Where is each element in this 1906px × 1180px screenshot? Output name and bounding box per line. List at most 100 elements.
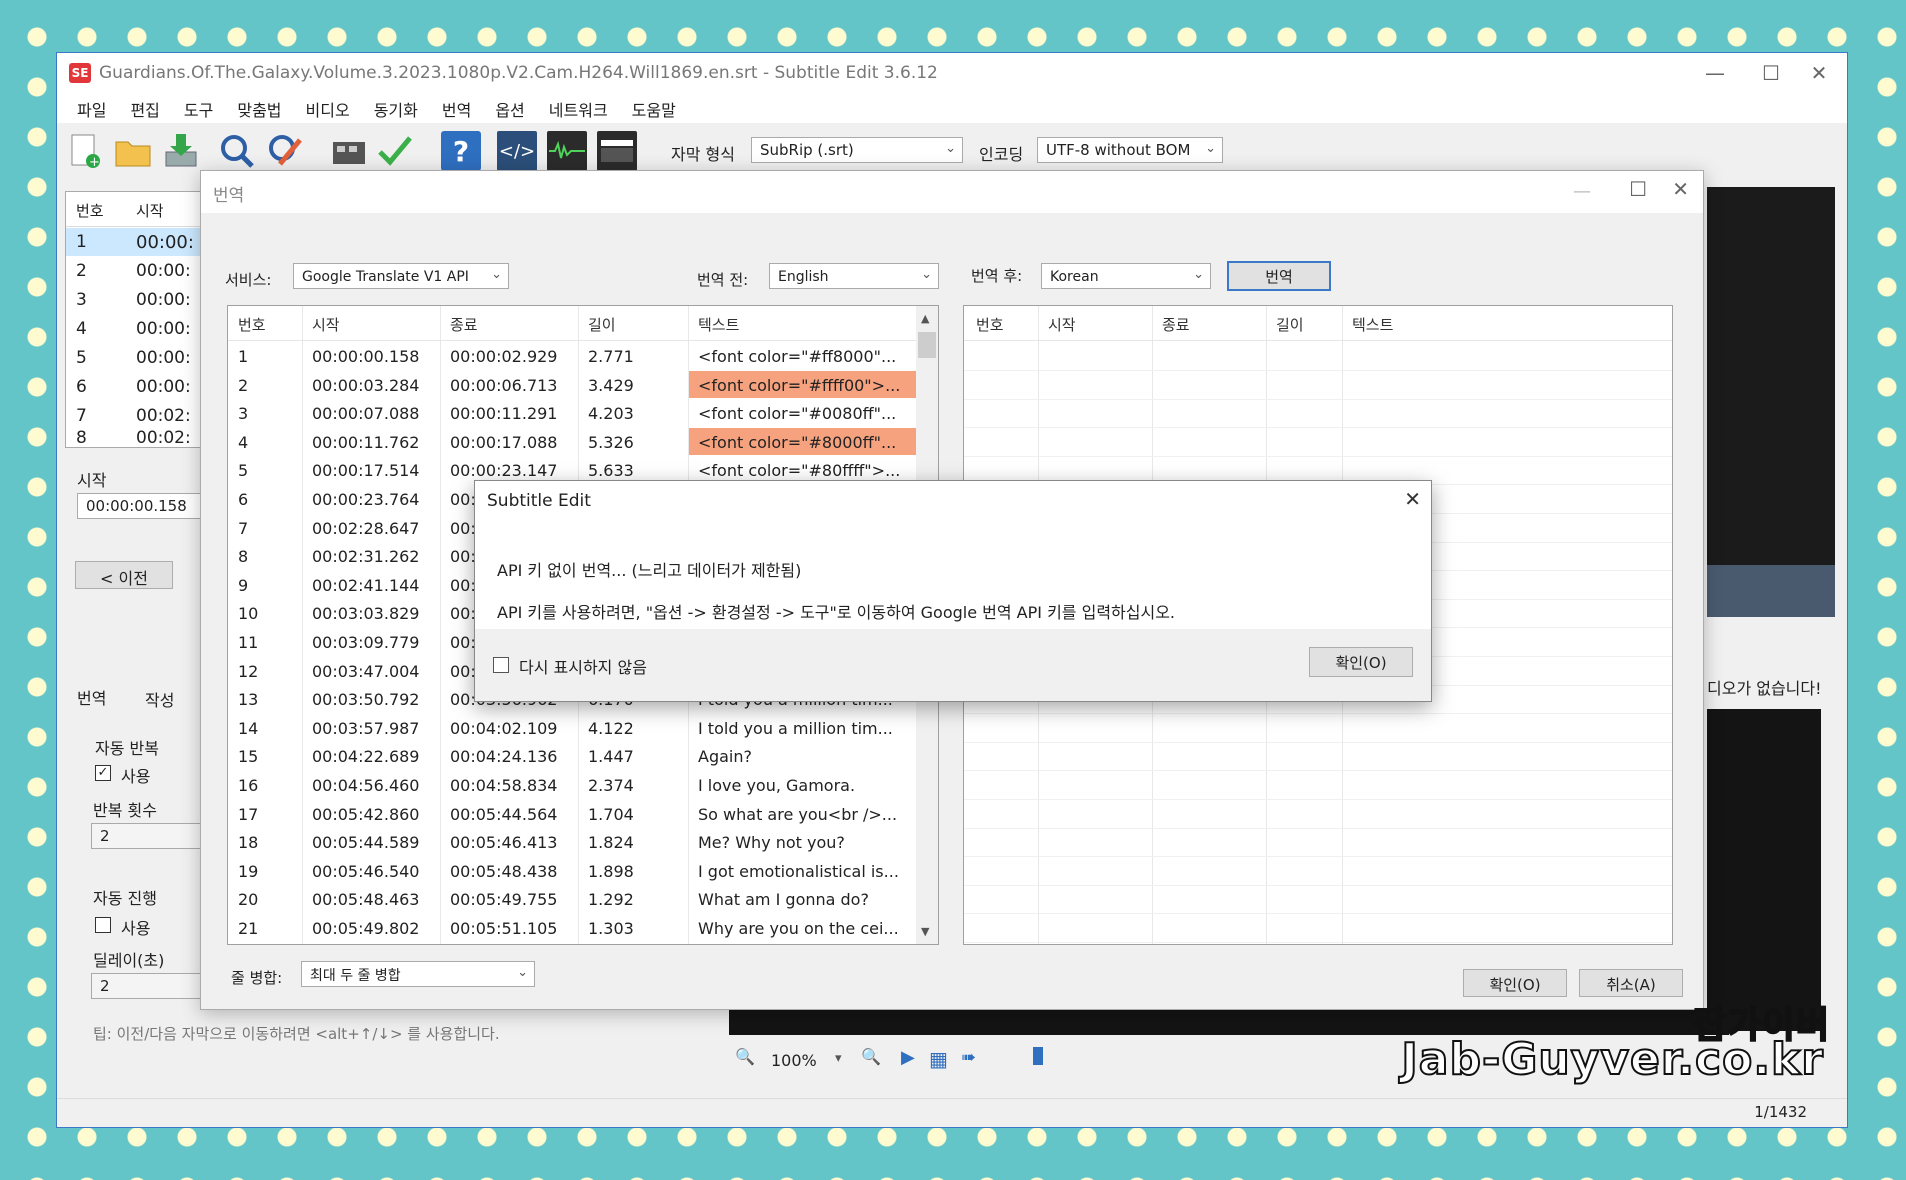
menu-sync[interactable]: 동기화 [362,93,430,125]
cell-start: 00:02:41.144 [312,575,420,595]
from-language-label: 번역 전: [697,271,749,289]
list-item-start: 00:00: [136,290,191,310]
list-item-no: 4 [76,319,87,339]
list-item[interactable]: 8 00:02: [66,424,204,446]
ok-button[interactable]: 확인(O) [1463,969,1567,997]
menu-spellcheck[interactable]: 맞춤법 [225,93,293,125]
cell-no: 8 [238,547,249,567]
empty-row [964,770,1672,772]
format-select[interactable]: SubRip (.srt) ⌄ [751,137,963,163]
menu-edit[interactable]: 편집 [118,93,171,125]
scroll-down-icon[interactable]: ▼ [921,925,929,938]
table-row[interactable]: 21 00:05:49.802 00:05:51.105 1.303 Why are y… [228,914,916,943]
maximize-icon[interactable]: ☐ [1751,59,1791,87]
position-slider-thumb[interactable] [1033,1047,1043,1065]
table-row[interactable]: 19 00:05:46.540 00:05:48.438 1.898 I got emo… [228,857,916,886]
list-item[interactable]: 6 00:00: [66,373,204,401]
auto-repeat-checkbox[interactable]: ✓ [95,765,111,781]
list-item[interactable]: 1 00:00: [66,228,204,256]
from-language-value: English [778,269,829,285]
waveform-icon[interactable] [547,131,587,171]
cell-dur: 4.122 [588,718,634,738]
cell-end: 00:00:06.713 [450,375,558,395]
cell-end: 00: [450,518,476,538]
zoom-level[interactable]: 100% [771,1051,817,1070]
cell-no: 2 [238,375,249,395]
dont-show-again-checkbox[interactable] [493,657,509,673]
save-download-icon[interactable] [161,131,201,171]
close-icon[interactable]: ✕ [1404,487,1421,511]
list-item[interactable]: 3 00:00: [66,286,204,314]
close-icon[interactable]: ✕ [1799,59,1839,87]
open-folder-icon[interactable] [113,131,153,171]
scrollbar-thumb[interactable] [918,332,936,358]
replace-icon[interactable] [265,131,305,171]
visual-sync-icon[interactable] [329,131,369,171]
list-item[interactable]: 5 00:00: [66,344,204,372]
tab-translate[interactable]: 번역 [77,685,106,709]
table-row[interactable]: 18 00:05:44.589 00:05:46.413 1.824 Me? Why n… [228,828,916,857]
minimize-icon[interactable]: — [1573,181,1591,202]
grid-icon[interactable]: ▦ [929,1047,948,1071]
waveform-panel[interactable] [1707,709,1821,1031]
encoding-select[interactable]: UTF-8 without BOM ⌄ [1037,137,1223,163]
zoom-in-icon[interactable]: 🔍 [861,1047,881,1066]
cell-dur: 5.326 [588,432,634,452]
subtitle-list[interactable]: 번호 시작 1 00:00: 2 00:00: 3 00:00: 4 00:00: 5 0… [65,191,205,448]
chevron-down-icon[interactable]: ▾ [835,1051,842,1066]
scroll-up-icon[interactable]: ▲ [921,312,929,325]
empty-row [964,942,1672,943]
col-text: 텍스트 [698,316,740,334]
menu-options[interactable]: 옵션 [483,93,536,125]
table-row[interactable]: 4 00:00:11.762 00:00:17.088 5.326 <font colo… [228,428,916,457]
empty-row [964,713,1672,715]
table-row[interactable]: 14 00:03:57.987 00:04:02.109 4.122 I told yo… [228,714,916,743]
table-row[interactable]: 2 00:00:03.284 00:00:06.713 3.429 <font colo… [228,371,916,400]
table-row[interactable]: 15 00:04:22.689 00:04:24.136 1.447 Again? [228,742,916,771]
cell-start: 00:05:49.802 [312,919,420,938]
close-icon[interactable]: ✕ [1672,177,1689,201]
start-time-input[interactable]: 00:00:00.158 [77,493,207,519]
minimize-icon[interactable]: — [1695,59,1735,87]
menu-file[interactable]: 파일 [65,93,118,125]
delay-select[interactable]: 2 [91,973,203,999]
table-row[interactable]: 20 00:05:48.463 00:05:49.755 1.292 What am I… [228,885,916,914]
source-view-icon[interactable]: </> [497,131,537,171]
menu-network[interactable]: 네트워크 [537,93,620,125]
list-item[interactable]: 2 00:00: [66,257,204,285]
help-icon[interactable]: ? [441,131,481,171]
spellcheck-check-icon[interactable] [375,131,415,171]
maximize-icon[interactable]: ☐ [1629,177,1647,201]
cell-start: 00:04:56.460 [312,776,420,795]
repeat-count-select[interactable]: 2 [91,823,203,849]
col-duration: 길이 [1276,316,1304,334]
menu-video[interactable]: 비디오 [294,93,362,125]
merge-lines-select[interactable]: 최대 두 줄 병합 ⌄ [301,961,535,987]
tab-create[interactable]: 작성 [145,687,174,711]
prev-button[interactable]: < 이전 [75,561,173,589]
table-row[interactable]: 3 00:00:07.088 00:00:11.291 4.203 <font colo… [228,399,916,428]
menu-tools[interactable]: 도구 [172,93,225,125]
to-language-select[interactable]: Korean ⌄ [1041,263,1211,289]
table-row[interactable]: 16 00:04:56.460 00:04:58.834 2.374 I love yo… [228,771,916,800]
message-ok-button[interactable]: 확인(O) [1309,647,1413,677]
cell-no: 14 [238,718,259,738]
cancel-button[interactable]: 취소(A) [1579,969,1683,997]
cell-dur: 1.447 [588,747,634,767]
translate-button[interactable]: 번역 [1227,261,1331,291]
new-file-icon[interactable]: + [65,131,105,171]
zoom-out-icon[interactable]: 🔍 [735,1047,755,1066]
table-row[interactable]: 17 00:05:42.860 00:05:44.564 1.704 So what a… [228,800,916,829]
list-item[interactable]: 4 00:00: [66,315,204,343]
play-icon[interactable]: ▶ [901,1047,915,1068]
video-icon[interactable] [597,131,637,171]
from-language-select[interactable]: English ⌄ [769,263,939,289]
auto-continue-checkbox[interactable] [95,917,111,933]
table-row[interactable]: 1 00:00:00.158 00:00:02.929 2.771 <font colo… [228,342,916,371]
find-icon[interactable] [217,131,257,171]
forward-icon[interactable]: ➠ [961,1047,976,1068]
list-item-no: 1 [76,232,87,252]
service-select[interactable]: Google Translate V1 API ⌄ [293,263,509,289]
menu-translate[interactable]: 번역 [430,93,483,125]
menu-help[interactable]: 도움말 [620,93,688,125]
